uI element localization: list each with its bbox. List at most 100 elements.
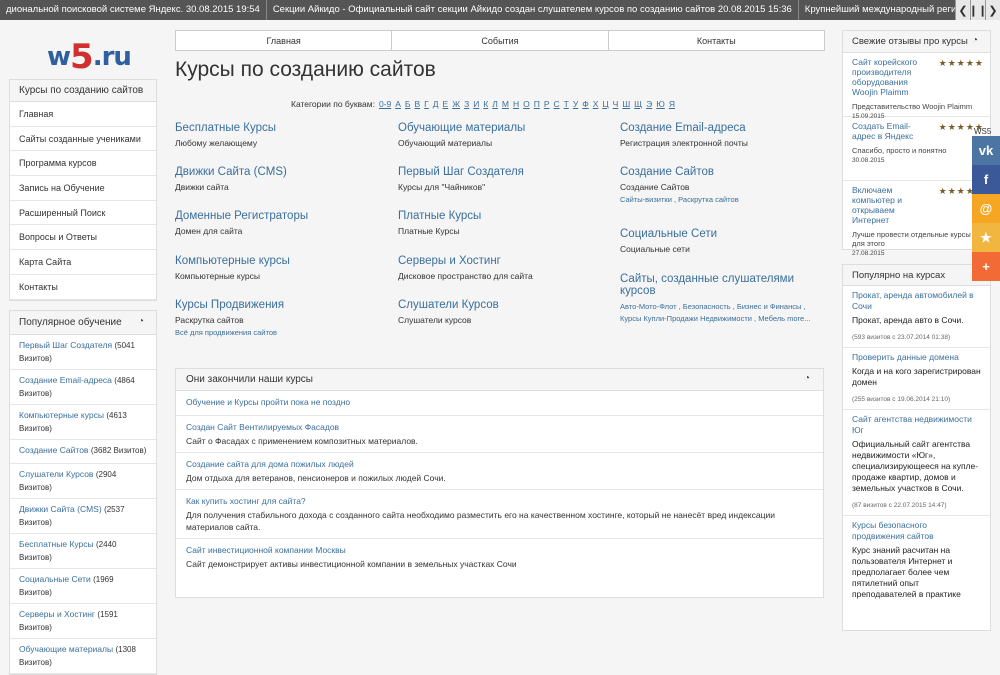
alphabet-letter[interactable]: Н bbox=[513, 99, 519, 109]
category-title[interactable]: Компьютерные курсы bbox=[175, 255, 290, 267]
left-nav-item[interactable]: Карта Сайта bbox=[10, 250, 156, 275]
category-title[interactable]: Платные Курсы bbox=[398, 210, 481, 222]
rss-icon[interactable]: ◔ bbox=[972, 36, 981, 46]
alphabet-letter[interactable]: Б bbox=[405, 99, 411, 109]
alphabet-letter[interactable]: С bbox=[553, 99, 559, 109]
favorite-icon[interactable]: ★ bbox=[972, 223, 1000, 252]
alphabet-letter[interactable]: У bbox=[573, 99, 578, 109]
alphabet-letter[interactable]: 0-9 bbox=[379, 99, 391, 109]
course-link[interactable]: Прокат, аренда автомобилей в Сочи bbox=[852, 290, 981, 312]
category-title[interactable]: Доменные Регистраторы bbox=[175, 210, 308, 222]
category-title[interactable]: Серверы и Хостинг bbox=[398, 255, 533, 267]
course-link[interactable]: Курсы безопасного продвижения сайтов bbox=[852, 520, 981, 542]
alphabet-letter[interactable]: Г bbox=[424, 99, 429, 109]
popular-item[interactable]: Серверы и Хостинг (1591 Визитов) bbox=[10, 604, 156, 639]
nav-home[interactable]: Главная bbox=[175, 30, 393, 51]
popular-link[interactable]: Компьютерные курсы bbox=[19, 410, 104, 420]
alphabet-letter[interactable]: Ц bbox=[602, 99, 608, 109]
left-nav-item[interactable]: Контакты bbox=[10, 275, 156, 300]
alphabet-letter[interactable]: Ш bbox=[622, 99, 630, 109]
left-nav-item[interactable]: Вопросы и Ответы bbox=[10, 225, 156, 251]
vk-icon[interactable]: vk bbox=[972, 136, 1000, 165]
alphabet-letter[interactable]: А bbox=[395, 99, 401, 109]
category-title[interactable]: Создание Сайтов bbox=[620, 166, 739, 178]
pause-button[interactable]: ❙❙ bbox=[969, 0, 987, 20]
category-title[interactable]: Первый Шаг Создателя bbox=[398, 166, 524, 178]
popular-link[interactable]: Бесплатные Курсы bbox=[19, 539, 94, 549]
alphabet-letter[interactable]: Ч bbox=[613, 99, 619, 109]
popular-item[interactable]: Обучающие материалы (1308 Визитов) bbox=[10, 639, 156, 674]
popular-link[interactable]: Создание Email-адреса bbox=[19, 375, 112, 385]
more-icon[interactable]: + bbox=[972, 252, 1000, 281]
alphabet-letter[interactable]: О bbox=[523, 99, 530, 109]
category-title[interactable]: Создание Email-адреса bbox=[620, 122, 748, 134]
popular-item[interactable]: Компьютерные курсы (4613 Визитов) bbox=[10, 405, 156, 440]
popular-link[interactable]: Первый Шаг Создателя bbox=[19, 340, 112, 350]
popular-link[interactable]: Серверы и Хостинг bbox=[19, 609, 95, 619]
next-button[interactable]: ❯ bbox=[985, 0, 1000, 20]
alphabet-letter[interactable]: Р bbox=[544, 99, 550, 109]
graduate-link[interactable]: Обучение и Курсы пройти пока не поздно bbox=[186, 396, 813, 408]
course-link[interactable]: Сайт агентства недвижимости Юг bbox=[852, 414, 981, 436]
review-link[interactable]: Включаем компьютер и открываем Интернет bbox=[852, 185, 932, 225]
category-sublinks[interactable]: Авто-Мото-Флот , Безопасность , Бизнес и… bbox=[620, 301, 825, 325]
popular-link[interactable]: Социальные Сети bbox=[19, 574, 91, 584]
graduate-link[interactable]: Сайт инвестиционной компании Москвы bbox=[186, 544, 813, 556]
alphabet-letter[interactable]: П bbox=[534, 99, 540, 109]
ticker-item[interactable]: Секции Айкидо - Официальный сайт секции … bbox=[267, 0, 799, 20]
alphabet-letter[interactable]: И bbox=[473, 99, 479, 109]
alphabet-letter[interactable]: Д bbox=[433, 99, 439, 109]
popular-link[interactable]: Слушатели Курсов bbox=[19, 469, 93, 479]
popular-item[interactable]: Движки Сайта (CMS) (2537 Визитов) bbox=[10, 499, 156, 534]
popular-item[interactable]: Создание Email-адреса (4864 Визитов) bbox=[10, 370, 156, 405]
alphabet-letter[interactable]: Т bbox=[564, 99, 569, 109]
rss-icon[interactable]: ◔ bbox=[138, 317, 147, 327]
left-nav-item[interactable]: Программа курсов bbox=[10, 151, 156, 177]
alphabet-letter[interactable]: Х bbox=[593, 99, 599, 109]
graduate-link[interactable]: Создан Сайт Вентилируемых Фасадов bbox=[186, 421, 813, 433]
alphabet-letter[interactable]: З bbox=[464, 99, 469, 109]
category-title[interactable]: Слушатели Курсов bbox=[398, 299, 499, 311]
alphabet-letter[interactable]: Л bbox=[492, 99, 498, 109]
alphabet-letter[interactable]: М bbox=[502, 99, 509, 109]
alphabet-letter[interactable]: В bbox=[414, 99, 420, 109]
course-link[interactable]: Проверить данные домена bbox=[852, 352, 981, 363]
popular-item[interactable]: Социальные Сети (1969 Визитов) bbox=[10, 569, 156, 604]
nav-events[interactable]: События bbox=[391, 30, 609, 51]
ticker-item[interactable]: диональной поисковой системе Яндекс. 30.… bbox=[0, 0, 267, 20]
left-nav-item[interactable]: Запись на Обучение bbox=[10, 176, 156, 201]
alphabet-letter[interactable]: Ж bbox=[452, 99, 460, 109]
category-title[interactable]: Движки Сайта (CMS) bbox=[175, 166, 287, 178]
popular-link[interactable]: Создание Сайтов bbox=[19, 445, 88, 455]
alphabet-letter[interactable]: Э bbox=[646, 99, 652, 109]
category-sublinks[interactable]: Сайты-визитки , Раскрутка сайтов bbox=[620, 195, 739, 204]
review-link[interactable]: Создать Email-адрес в Яндекс bbox=[852, 121, 932, 141]
alphabet-letter[interactable]: Ю bbox=[656, 99, 665, 109]
popular-link[interactable]: Движки Сайта (CMS) bbox=[19, 504, 102, 514]
site-logo[interactable]: w5.ru bbox=[47, 34, 132, 77]
nav-contacts[interactable]: Контакты bbox=[607, 30, 825, 51]
category-title[interactable]: Бесплатные Курсы bbox=[175, 122, 276, 134]
alphabet-letter[interactable]: К bbox=[483, 99, 488, 109]
category-title[interactable]: Обучающие материалы bbox=[398, 122, 525, 134]
popular-item[interactable]: Первый Шаг Создателя (5041 Визитов) bbox=[10, 335, 156, 370]
alphabet-letter[interactable]: Я bbox=[669, 99, 675, 109]
graduate-link[interactable]: Как купить хостинг для сайта? bbox=[186, 495, 813, 507]
category-title[interactable]: Социальные Сети bbox=[620, 228, 717, 240]
alphabet-letter[interactable]: Щ bbox=[634, 99, 642, 109]
category-sublinks[interactable]: Всё для продвижения сайтов bbox=[175, 328, 284, 337]
left-nav-item[interactable]: Сайты созданные учениками bbox=[10, 127, 156, 152]
ticker-item[interactable]: Крупнейший международный регистрато bbox=[799, 0, 955, 20]
graduate-link[interactable]: Создание сайта для дома пожилых людей bbox=[186, 458, 813, 470]
category-title[interactable]: Курсы Продвижения bbox=[175, 299, 284, 311]
popular-item[interactable]: Бесплатные Курсы (2440 Визитов) bbox=[10, 534, 156, 569]
popular-item[interactable]: Создание Сайтов (3682 Визитов) bbox=[10, 440, 156, 464]
category-title[interactable]: Сайты, созданные слушателями курсов bbox=[620, 273, 825, 297]
review-link[interactable]: Сайт корейского производителя оборудован… bbox=[852, 57, 932, 97]
popular-link[interactable]: Обучающие материалы bbox=[19, 644, 113, 654]
left-nav-item[interactable]: Расширенный Поиск bbox=[10, 201, 156, 226]
prev-button[interactable]: ❮ bbox=[955, 0, 970, 20]
alphabet-letter[interactable]: Е bbox=[443, 99, 449, 109]
popular-item[interactable]: Слушатели Курсов (2904 Визитов) bbox=[10, 464, 156, 499]
mail-icon[interactable]: @ bbox=[972, 194, 1000, 223]
